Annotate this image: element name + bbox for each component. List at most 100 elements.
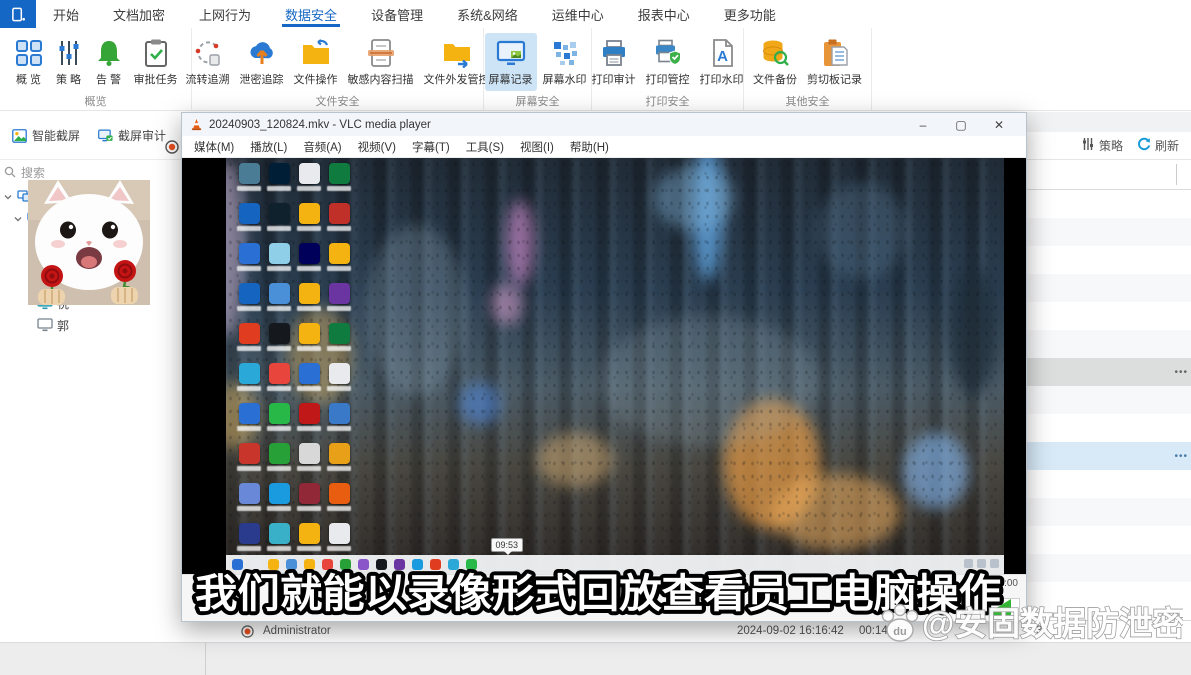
ribbon-button-screen-record[interactable]: 屏幕记录 bbox=[485, 33, 537, 91]
table-row[interactable] bbox=[1027, 554, 1191, 582]
menu-item-ops-center[interactable]: 运维中心 bbox=[535, 0, 621, 28]
app-icon bbox=[329, 243, 350, 264]
icon-label bbox=[327, 346, 351, 351]
sliders-small-icon bbox=[1081, 137, 1095, 154]
ribbon-button-alert[interactable]: 告 警 bbox=[90, 33, 128, 91]
menu-item-start[interactable]: 开始 bbox=[36, 0, 96, 28]
vlc-menu-tools[interactable]: 工具(S) bbox=[458, 139, 512, 155]
table-row[interactable]: ••• bbox=[1027, 358, 1191, 386]
row-more-button[interactable]: ••• bbox=[1174, 451, 1188, 462]
icon-label bbox=[267, 186, 291, 191]
vlc-menu-view[interactable]: 视图(I) bbox=[512, 139, 562, 155]
table-row[interactable] bbox=[1027, 302, 1191, 330]
ribbon-button-content-scan[interactable]: 敏感内容扫描 bbox=[344, 33, 418, 91]
app-icon bbox=[299, 483, 320, 504]
menu-item-more-features[interactable]: 更多功能 bbox=[707, 0, 793, 28]
menu-item-system-network[interactable]: 系统&网络 bbox=[440, 0, 535, 28]
ribbon-button-policy[interactable]: 策 略 bbox=[50, 33, 88, 91]
vlc-menu-help[interactable]: 帮助(H) bbox=[562, 139, 617, 155]
table-row[interactable]: ••• bbox=[1027, 442, 1191, 470]
app-icon bbox=[329, 203, 350, 224]
menu-item-doc-encrypt[interactable]: 文档加密 bbox=[96, 0, 182, 28]
table-row[interactable] bbox=[1027, 498, 1191, 526]
tab-screenshot-audit[interactable]: 截屏审计 bbox=[98, 127, 166, 144]
vlc-menu-media[interactable]: 媒体(M) bbox=[186, 139, 242, 155]
taskbar-icon bbox=[286, 559, 297, 570]
table-row[interactable] bbox=[1027, 190, 1191, 218]
close-button[interactable]: ✕ bbox=[980, 118, 1018, 132]
ribbon-button-approval-task[interactable]: 审批任务 bbox=[130, 33, 182, 91]
ribbon-button-label: 敏感内容扫描 bbox=[348, 71, 414, 87]
app-logo-button[interactable] bbox=[0, 0, 36, 28]
minimize-button[interactable]: – bbox=[904, 118, 942, 132]
icon-label bbox=[267, 506, 291, 511]
table-row[interactable] bbox=[1027, 470, 1191, 498]
table-row[interactable] bbox=[1027, 414, 1191, 442]
recording-entry-row[interactable]: Administrator 2024-09-02 16:16:42 00:14:… bbox=[181, 620, 1191, 642]
menu-item-data-security[interactable]: 数据安全 bbox=[268, 0, 354, 28]
vlc-menu-video[interactable]: 视频(V) bbox=[350, 139, 404, 155]
app-icon bbox=[269, 403, 290, 424]
record-dot-icon[interactable] bbox=[165, 140, 179, 154]
row-more-button[interactable]: ••• bbox=[1174, 367, 1188, 378]
app-icon bbox=[269, 203, 290, 224]
vlc-menu-audio[interactable]: 音频(A) bbox=[295, 139, 349, 155]
ribbon-button-print-watermark[interactable]: A打印水印 bbox=[696, 33, 748, 91]
tab-label: 截屏审计 bbox=[118, 127, 166, 144]
volume-slider[interactable] bbox=[984, 598, 1020, 616]
vlc-menu-subtitle[interactable]: 字幕(T) bbox=[404, 139, 458, 155]
ribbon-button-label: 屏幕记录 bbox=[489, 71, 533, 87]
record-table: ••• ••• bbox=[1027, 190, 1191, 610]
ribbon-button-file-ops[interactable]: 文件操作 bbox=[290, 33, 342, 91]
menu-item-device-mgmt[interactable]: 设备管理 bbox=[354, 0, 440, 28]
ribbon-button-screen-watermark[interactable]: 屏幕水印 bbox=[539, 33, 591, 91]
ribbon-button-label: 概 览 bbox=[16, 71, 41, 87]
vlc-titlebar[interactable]: 20240903_120824.mkv - VLC media player –… bbox=[182, 113, 1026, 136]
icon-label bbox=[327, 306, 351, 311]
vlc-controls-bar[interactable]: 30:00 bbox=[182, 574, 1026, 621]
filter-row[interactable] bbox=[1027, 160, 1191, 190]
table-row[interactable] bbox=[1027, 330, 1191, 358]
maximize-button[interactable]: ▢ bbox=[942, 118, 980, 132]
ribbon-group-screen-security: 屏幕记录屏幕水印屏幕安全 bbox=[484, 28, 592, 110]
app-icon bbox=[329, 363, 350, 384]
table-row[interactable] bbox=[1027, 386, 1191, 414]
ribbon-button-label: 流转追溯 bbox=[186, 71, 230, 87]
menu-item-report-center[interactable]: 报表中心 bbox=[621, 0, 707, 28]
ribbon-button-file-backup[interactable]: 文件备份 bbox=[749, 33, 801, 91]
ribbon-button-print-control[interactable]: 打印管控 bbox=[642, 33, 694, 91]
desktop-icon bbox=[294, 283, 324, 323]
tree-item-guo[interactable]: 郭 bbox=[0, 314, 181, 336]
toolbar-action-label: 刷新 bbox=[1155, 137, 1179, 154]
ribbon-button-clipboard-record[interactable]: 剪切板记录 bbox=[803, 33, 866, 91]
table-row[interactable] bbox=[1027, 582, 1191, 610]
ribbon-button-label: 屏幕水印 bbox=[543, 71, 587, 87]
monitor-offline-icon bbox=[37, 318, 53, 332]
ribbon-button-print-audit[interactable]: 打印审计 bbox=[588, 33, 640, 91]
ribbon-button-flow-trace[interactable]: 流转追溯 bbox=[182, 33, 234, 91]
vlc-video-area[interactable]: 09:53 bbox=[182, 158, 1026, 574]
screen-watermark-icon bbox=[550, 38, 580, 68]
ribbon-group-label: 概览 bbox=[2, 93, 189, 110]
table-row[interactable] bbox=[1027, 274, 1191, 302]
menu-item-web-behavior[interactable]: 上网行为 bbox=[182, 0, 268, 28]
icon-label bbox=[237, 506, 261, 511]
app-icon bbox=[269, 523, 290, 544]
table-row[interactable] bbox=[1027, 218, 1191, 246]
tab-smart-screenshot[interactable]: 智能截屏 bbox=[12, 127, 80, 144]
toolbar-action-policy[interactable]: 策略 bbox=[1081, 137, 1123, 154]
table-row[interactable] bbox=[1027, 246, 1191, 274]
desktop-icon bbox=[324, 443, 354, 483]
ribbon-button-overview[interactable]: 概 览 bbox=[10, 33, 48, 91]
toolbar-action-refresh[interactable]: 刷新 bbox=[1137, 137, 1179, 154]
vlc-menu-playback[interactable]: 播放(L) bbox=[242, 139, 295, 155]
ribbon-group-other-security: 文件备份剪切板记录其他安全 bbox=[744, 28, 872, 110]
app-window-icon bbox=[11, 7, 26, 22]
desktop-icon bbox=[294, 243, 324, 283]
table-row[interactable] bbox=[1027, 526, 1191, 554]
ribbon-button-leak-trace[interactable]: 泄密追踪 bbox=[236, 33, 288, 91]
desktop-icon bbox=[234, 483, 264, 523]
app-icon bbox=[329, 523, 350, 544]
trace-cycle-icon bbox=[193, 38, 223, 68]
ribbon-button-file-outgoing-control[interactable]: 文件外发管控 bbox=[420, 33, 494, 91]
